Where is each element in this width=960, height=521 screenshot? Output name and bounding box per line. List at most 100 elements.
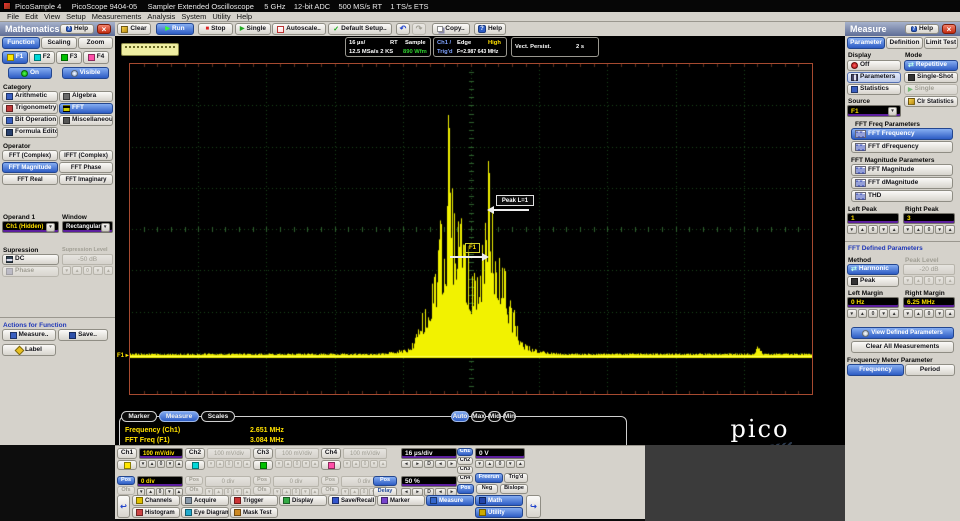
spinner-button[interactable]: ◂ [435, 460, 445, 468]
trigger-level-spinner[interactable]: ▾▴0▾▴ [475, 460, 525, 468]
right-margin-field[interactable]: 6.25 MHz [903, 297, 955, 308]
spinner-button[interactable]: ▴ [945, 225, 955, 234]
ch2-ofs-button[interactable]: Ofs [185, 486, 203, 495]
display-parameters-button[interactable]: Parameters [847, 72, 901, 83]
left-margin-field[interactable]: 0 Hz [847, 297, 899, 308]
clear-button[interactable]: Clear [117, 23, 151, 35]
redo-button[interactable]: ↷ [412, 23, 426, 35]
f1-button[interactable]: F1 [2, 51, 28, 64]
math-help-button[interactable]: ?Help [60, 24, 94, 34]
tab-zoom[interactable]: Zoom [78, 37, 113, 49]
spinner-button[interactable]: ▴ [889, 309, 899, 318]
measure-close-button[interactable]: × [942, 24, 956, 34]
tab-function[interactable]: Function [2, 37, 40, 49]
spinner-button[interactable]: ▾ [903, 309, 913, 318]
fft-dfrequency-button[interactable]: FFT dFrequency [851, 141, 953, 153]
fmp-period-button[interactable]: Period [905, 364, 955, 376]
page-back-icon[interactable]: ↩ [117, 495, 130, 518]
chevron-down-icon[interactable]: ▾ [101, 223, 110, 232]
fft-frequency-button[interactable]: FFT Frequency [851, 128, 953, 140]
menu-system[interactable]: System [178, 12, 209, 21]
spinner-button[interactable]: ▴ [914, 309, 924, 318]
tab-display[interactable]: Display [279, 495, 327, 506]
trigger-source-ch1[interactable]: Ch1 [457, 448, 473, 456]
clr-statistics-button[interactable]: Clr Statistics [904, 96, 958, 107]
ch1-pos-button[interactable]: Pos [117, 476, 135, 485]
tab-scales[interactable]: Scales [201, 411, 235, 422]
spinner-button[interactable]: 0 [157, 460, 165, 468]
f4-button[interactable]: F4 [83, 51, 109, 64]
spinner-button[interactable]: D [424, 460, 434, 468]
single-button[interactable]: ▶Single [235, 23, 271, 35]
fmp-frequency-button[interactable]: Frequency [847, 364, 904, 376]
ch4-button[interactable]: Ch4 [321, 448, 341, 459]
ch3-scale-field[interactable]: 100 mV/div [275, 448, 319, 459]
stat-mode-min[interactable]: Min [503, 411, 516, 422]
tab-channels[interactable]: Channels [132, 495, 180, 506]
menu-view[interactable]: View [41, 12, 63, 21]
dc-suppression-button[interactable]: DC [2, 254, 59, 265]
tab-math[interactable]: Math [475, 495, 523, 506]
on-button[interactable]: On [8, 67, 52, 79]
spinner-button[interactable]: ▴ [148, 460, 156, 468]
thd-button[interactable]: THD [851, 190, 953, 202]
tab-trigger[interactable]: Trigger [230, 495, 278, 506]
fft-magnitude-button[interactable]: FFT Magnitude [851, 164, 953, 176]
ch4-pos-button[interactable]: Pos [321, 476, 339, 485]
category-bit-operation[interactable]: Bit Operation [2, 115, 58, 126]
tab-marker[interactable]: Marker [377, 495, 425, 506]
spinner-button[interactable]: ▴ [516, 460, 525, 468]
undo-button[interactable]: ↶ [396, 23, 410, 35]
spinner-button[interactable]: 0 [868, 225, 878, 234]
ch1-color-swatch[interactable] [117, 460, 137, 470]
tab-parameter[interactable]: Parameter [847, 37, 885, 49]
display-statistics-button[interactable]: Statistics [847, 84, 901, 95]
spinner-button[interactable]: ▾ [935, 225, 945, 234]
menu-file[interactable]: File [4, 12, 22, 21]
spinner-button[interactable]: 0 [924, 225, 934, 234]
spinner-button[interactable]: ▴ [889, 225, 899, 234]
spinner-button[interactable]: ▴ [914, 225, 924, 234]
spinner-button[interactable]: ▾ [879, 225, 889, 234]
ch3-ofs-button[interactable]: Ofs [253, 486, 271, 495]
spinner-button[interactable]: 0 [868, 309, 878, 318]
spinner-button[interactable]: ▸ [412, 460, 422, 468]
spinner-button[interactable]: ▴ [485, 460, 494, 468]
default-setup-button[interactable]: ✓Default Setup.. [328, 23, 392, 35]
timebase-scale-field[interactable]: 16 µs/div [401, 448, 457, 459]
toolbar-help-button[interactable]: ?Help [474, 23, 506, 35]
clear-all-measurements-button[interactable]: Clear All Measurements [851, 341, 954, 353]
tab-scaling[interactable]: Scaling [41, 37, 77, 49]
tab-marker[interactable]: Marker [121, 411, 157, 422]
f2-button[interactable]: F2 [29, 51, 55, 64]
operator-ifft-complex[interactable]: IFFT (Complex) [59, 150, 113, 161]
stat-mode-auto[interactable]: Auto [451, 411, 469, 422]
timebase-scale-spinner[interactable]: ◂▸D◂▸ [401, 460, 457, 468]
view-defined-parameters-button[interactable]: View Defined Parameters [851, 327, 954, 339]
ch2-button[interactable]: Ch2 [185, 448, 205, 459]
ch2-color-swatch[interactable] [185, 460, 205, 470]
menu-measurements[interactable]: Measurements [89, 12, 145, 21]
left-peak-field[interactable]: 1 [847, 213, 899, 224]
window-select[interactable]: Rectangular▾ [62, 221, 113, 233]
stop-button[interactable]: ■Stop [198, 23, 233, 35]
ch2-scale-field[interactable]: 100 mV/div [207, 448, 251, 459]
tab-limit-test[interactable]: Limit Test [924, 37, 958, 49]
ch1-ofs-button[interactable]: Ofs [117, 486, 135, 495]
trace-legend-box[interactable] [121, 43, 179, 56]
spinner-button[interactable]: ▾ [879, 309, 889, 318]
trigger-source-ch4[interactable]: Ch4 [457, 475, 473, 483]
right-peak-field[interactable]: 3 [903, 213, 955, 224]
trigger-source-ch2[interactable]: Ch2 [457, 457, 473, 465]
ch4-ofs-button[interactable]: Ofs [321, 486, 339, 495]
tab-eye-diagram[interactable]: Eye Diagram [181, 507, 229, 518]
spinner-button[interactable]: ◂ [401, 460, 411, 468]
operator-fft-complex[interactable]: FFT (Complex) [2, 150, 58, 161]
spinner-button[interactable]: 0 [495, 460, 504, 468]
math-close-button[interactable]: × [97, 24, 111, 34]
ch1-button[interactable]: Ch1 [117, 448, 137, 459]
stat-mode-max[interactable]: Max [471, 411, 486, 422]
spinner-button[interactable]: ▾ [847, 309, 857, 318]
spinner-button[interactable]: 0 [924, 309, 934, 318]
category-arithmetic[interactable]: Arithmetic [2, 91, 58, 102]
